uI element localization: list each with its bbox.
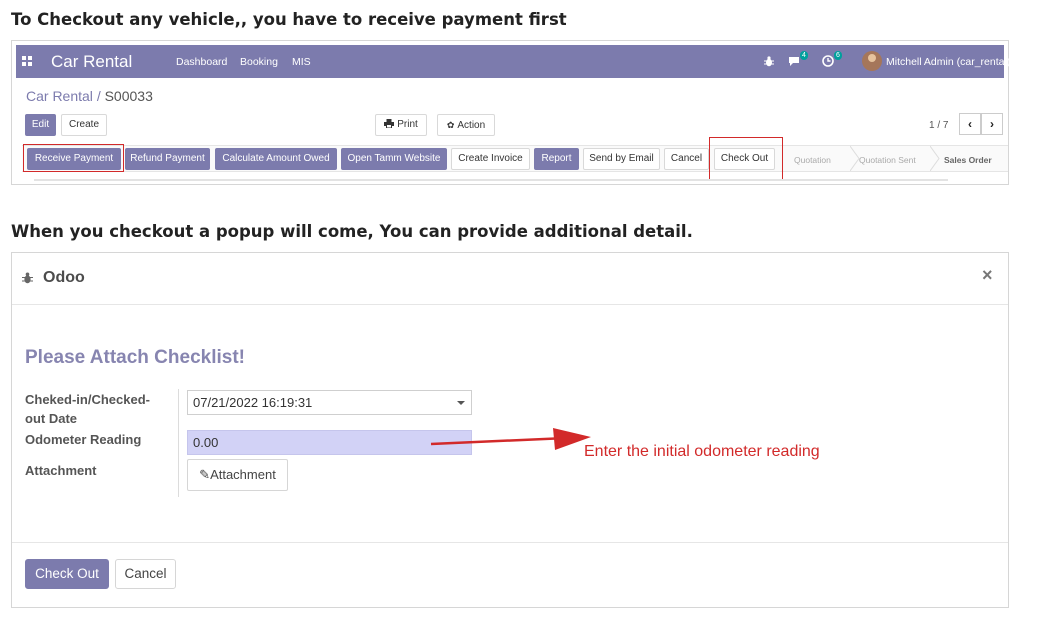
- receive-payment-highlight: [23, 144, 124, 172]
- checkout-date-value: 07/21/2022 16:19:31: [193, 395, 313, 410]
- action-label: Action: [457, 120, 486, 131]
- checkout-dialog-screenshot: Odoo × Please Attach Checklist! Cheked-i…: [11, 252, 1009, 608]
- breadcrumb: Car Rental / S00033: [26, 88, 153, 104]
- instruction-heading-popup: When you checkout a popup will come, You…: [11, 222, 693, 241]
- activities-count-badge: 6: [834, 51, 842, 60]
- refund-payment-button[interactable]: Refund Payment: [125, 148, 210, 170]
- report-button[interactable]: Report: [534, 148, 579, 170]
- create-button[interactable]: Create: [61, 114, 107, 136]
- print-button[interactable]: Print: [375, 114, 427, 136]
- dialog-title: Odoo: [43, 269, 85, 286]
- breadcrumb-parent[interactable]: Car Rental: [26, 88, 93, 104]
- chevron-right-icon: ›: [990, 117, 994, 131]
- checkin-checkout-date-label: Cheked-in/Checked- out Date: [25, 390, 150, 428]
- annotation-text: Enter the initial odometer reading: [584, 443, 820, 460]
- attachment-label: Attachment: [25, 463, 97, 478]
- menu-item-mis[interactable]: MIS: [292, 56, 311, 68]
- cancel-order-button[interactable]: Cancel: [664, 148, 709, 170]
- send-by-email-button[interactable]: Send by Email: [583, 148, 660, 170]
- stage-quotation[interactable]: Quotation: [794, 155, 831, 165]
- create-invoice-button[interactable]: Create Invoice: [451, 148, 530, 170]
- pager-value[interactable]: 1 / 7: [929, 120, 948, 131]
- chevron-left-icon: ‹: [968, 117, 972, 131]
- print-icon: [384, 119, 395, 129]
- dialog-footer-divider: [12, 542, 1008, 543]
- action-button[interactable]: ✿ Action: [437, 114, 495, 136]
- messages-count-badge: 4: [800, 51, 808, 60]
- order-form-screenshot: Car Rental Dashboard Booking MIS 4 6 Mit…: [11, 40, 1010, 185]
- print-label: Print: [397, 119, 418, 130]
- checkout-date-field[interactable]: 07/21/2022 16:19:31: [187, 390, 472, 415]
- edit-button[interactable]: Edit: [25, 114, 56, 136]
- odometer-reading-label: Odometer Reading: [25, 432, 142, 447]
- dialog-header: Odoo ×: [12, 253, 1008, 305]
- calculate-amount-owed-button[interactable]: Calculate Amount Owed: [215, 148, 337, 170]
- avatar[interactable]: [862, 51, 882, 71]
- menu-item-dashboard[interactable]: Dashboard: [176, 56, 227, 68]
- bug-icon: [22, 272, 33, 284]
- menu-item-booking[interactable]: Booking: [240, 56, 278, 68]
- user-menu[interactable]: Mitchell Admin (car_rental): [886, 56, 1010, 68]
- top-navbar: Car Rental Dashboard Booking MIS 4 6 Mit…: [16, 45, 1010, 78]
- date-label-line2: out Date: [25, 411, 77, 426]
- open-tamm-website-button[interactable]: Open Tamm Website: [341, 148, 447, 170]
- dialog-check-out-button[interactable]: Check Out: [25, 559, 109, 589]
- breadcrumb-separator: /: [96, 88, 101, 104]
- horizontal-scrollbar[interactable]: [34, 179, 948, 181]
- app-brand[interactable]: Car Rental: [51, 52, 132, 72]
- instruction-heading-checkout: To Checkout any vehicle,, you have to re…: [11, 10, 567, 29]
- dialog-cancel-button[interactable]: Cancel: [115, 559, 176, 589]
- stage-chevron-icon: [930, 146, 940, 171]
- annotation-arrow: [430, 428, 591, 450]
- breadcrumb-current: S00033: [104, 88, 153, 104]
- paperclip-icon: ✎: [199, 467, 211, 482]
- form-title: Please Attach Checklist!: [25, 347, 245, 368]
- caret-down-icon: [457, 401, 465, 405]
- attachment-button-label: Attachment: [210, 467, 276, 482]
- attachment-button[interactable]: ✎Attachment: [187, 459, 288, 491]
- pager-previous-button[interactable]: ‹: [959, 113, 981, 135]
- close-icon[interactable]: ×: [982, 265, 993, 286]
- odometer-reading-value: 0.00: [193, 435, 219, 450]
- pager-next-button[interactable]: ›: [981, 113, 1003, 135]
- clock-icon[interactable]: [822, 55, 834, 67]
- stage-quotation-sent[interactable]: Quotation Sent: [859, 155, 916, 165]
- chat-icon[interactable]: [788, 56, 800, 67]
- stage-sales-order[interactable]: Sales Order: [944, 155, 992, 165]
- bug-icon[interactable]: [764, 56, 774, 67]
- field-separator: [178, 389, 179, 497]
- apps-icon[interactable]: [22, 56, 32, 66]
- date-label-line1: Cheked-in/Checked-: [25, 392, 150, 407]
- gear-icon: ✿: [446, 120, 455, 130]
- check-out-highlight: [709, 137, 783, 180]
